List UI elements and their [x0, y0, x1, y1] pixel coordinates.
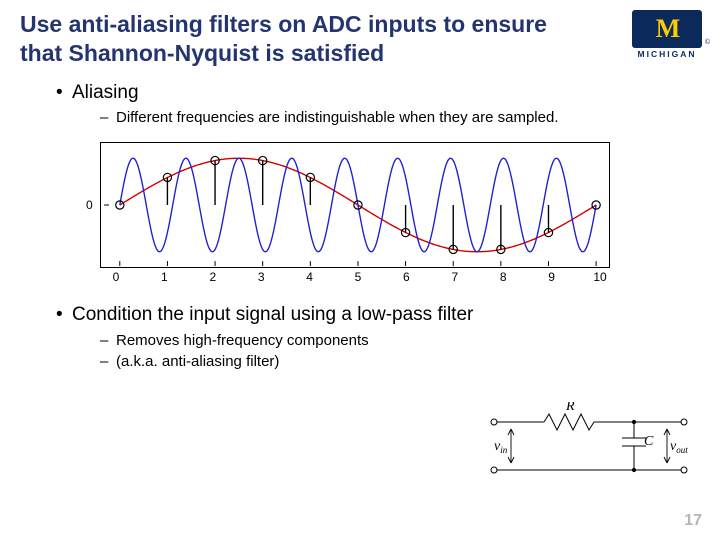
circuit-svg: R C vin vout [484, 402, 694, 486]
x-tick-labels: 0 1 2 3 4 5 6 7 8 9 10 [100, 270, 610, 286]
subbullet-removes-hf-label: Removes high-frequency components [116, 331, 369, 351]
bullet-dash: – [100, 352, 116, 372]
x-tick-9: 9 [548, 270, 555, 284]
x-tick-0: 0 [113, 270, 120, 284]
subbullet-indistinguishable-label: Different frequencies are indistinguisha… [116, 108, 559, 128]
x-tick-6: 6 [403, 270, 410, 284]
bullet-aliasing-label: Aliasing [72, 82, 139, 105]
x-tick-3: 3 [258, 270, 265, 284]
aliasing-chart: 0 0 1 2 3 4 5 6 7 8 9 10 [100, 142, 700, 286]
logo-badge: M © [632, 10, 702, 48]
x-tick-10: 10 [593, 270, 606, 284]
subbullet-indistinguishable: – Different frequencies are indistinguis… [100, 108, 700, 128]
subbullet-aka-label: (a.k.a. anti-aliasing filter) [116, 352, 279, 372]
logo-letter: M [656, 16, 679, 42]
bullet-condition-label: Condition the input signal using a low-p… [72, 304, 473, 327]
chart-svg [101, 143, 609, 267]
chart-frame [100, 142, 610, 268]
x-tick-5: 5 [355, 270, 362, 284]
resistor-label: R [565, 402, 575, 414]
vout-label: vout [670, 439, 688, 455]
x-tick-8: 8 [500, 270, 507, 284]
slide-title: Use anti-aliasing filters on ADC inputs … [20, 10, 580, 68]
bullet-dash: – [100, 108, 116, 128]
logo-copyright: © [705, 39, 710, 46]
x-tick-7: 7 [451, 270, 458, 284]
subbullet-aka: – (a.k.a. anti-aliasing filter) [100, 352, 700, 372]
bullet-condition: • Condition the input signal using a low… [56, 304, 700, 327]
blue-sine [120, 158, 596, 251]
subbullet-removes-hf: – Removes high-frequency components [100, 331, 700, 351]
bullet-dot: • [56, 82, 72, 105]
capacitor-label: C [644, 434, 654, 449]
x-tick-2: 2 [209, 270, 216, 284]
rc-lowpass-circuit: R C vin vout [484, 402, 694, 491]
bullet-dot: • [56, 304, 72, 327]
michigan-logo: M © MICHIGAN [632, 10, 702, 59]
x-tick-4: 4 [306, 270, 313, 284]
bullet-dash: – [100, 331, 116, 351]
vin-label: vin [494, 439, 508, 455]
x-tick-1: 1 [161, 270, 168, 284]
page-number: 17 [684, 512, 702, 530]
logo-wordmark: MICHIGAN [632, 49, 702, 59]
y-tick-0: 0 [86, 198, 93, 212]
bullet-aliasing: • Aliasing [56, 82, 700, 105]
